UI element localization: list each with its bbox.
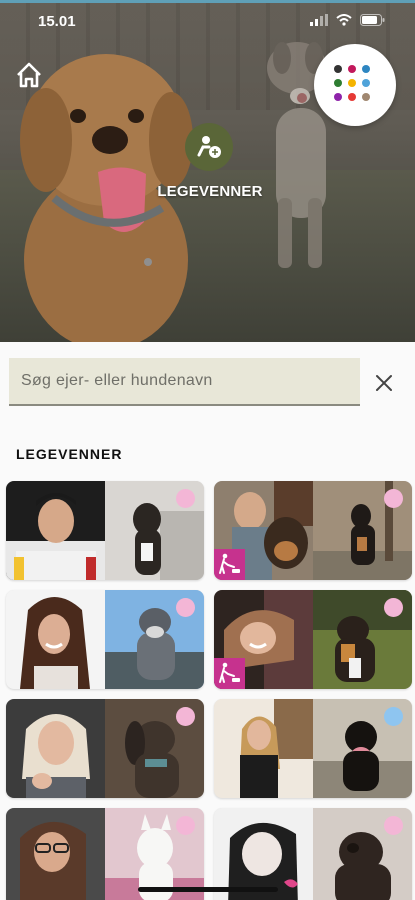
status-badge [176, 816, 195, 835]
battery-icon [360, 14, 385, 26]
playmate-card[interactable] [6, 590, 204, 689]
top-accent-line [0, 0, 415, 3]
app-dot [334, 93, 342, 101]
playmates-label[interactable]: LEGEVENNER [150, 183, 270, 200]
status-badge [176, 707, 195, 726]
status-badge [384, 707, 403, 726]
playmates-button[interactable] [185, 123, 233, 171]
signal-icon [310, 14, 328, 26]
section-title: LEGEVENNER [16, 446, 123, 462]
owner-photo [214, 699, 313, 798]
playmate-card[interactable] [214, 590, 412, 689]
wifi-icon [336, 14, 352, 26]
app-dot [362, 93, 370, 101]
owner-photo [6, 699, 105, 798]
hero-image: 15.01 LEGEVENNER [0, 0, 415, 342]
status-bar: 15.01 [0, 10, 415, 36]
owner-photo [6, 590, 105, 689]
walk-badge [214, 549, 245, 580]
status-time: 15.01 [38, 13, 76, 30]
status-badge [176, 598, 195, 617]
playmates-icon [197, 136, 221, 158]
app-dot [348, 65, 356, 73]
playmate-card[interactable] [6, 481, 204, 580]
search-input[interactable] [9, 358, 360, 406]
app-dot [362, 79, 370, 87]
owner-photo [6, 481, 105, 580]
playmate-card[interactable] [214, 699, 412, 798]
status-badge [384, 816, 403, 835]
app-dot [348, 93, 356, 101]
app-dot [334, 65, 342, 73]
close-icon[interactable] [373, 372, 395, 394]
apps-grid-icon [334, 65, 378, 107]
app-dot [334, 79, 342, 87]
dog-walker-icon [219, 662, 240, 683]
playmate-card[interactable] [6, 699, 204, 798]
status-badge [176, 489, 195, 508]
playmate-card[interactable] [214, 481, 412, 580]
app-dot [362, 65, 370, 73]
apps-menu-button[interactable] [314, 44, 396, 126]
dog-walker-icon [219, 553, 240, 574]
status-badge [384, 598, 403, 617]
app-dot [348, 79, 356, 87]
search-bar [0, 342, 415, 420]
owner-photo [6, 808, 105, 900]
home-icon[interactable] [14, 60, 44, 90]
status-badge [384, 489, 403, 508]
home-indicator[interactable] [138, 887, 278, 892]
status-icons [310, 14, 385, 26]
walk-badge [214, 658, 245, 689]
